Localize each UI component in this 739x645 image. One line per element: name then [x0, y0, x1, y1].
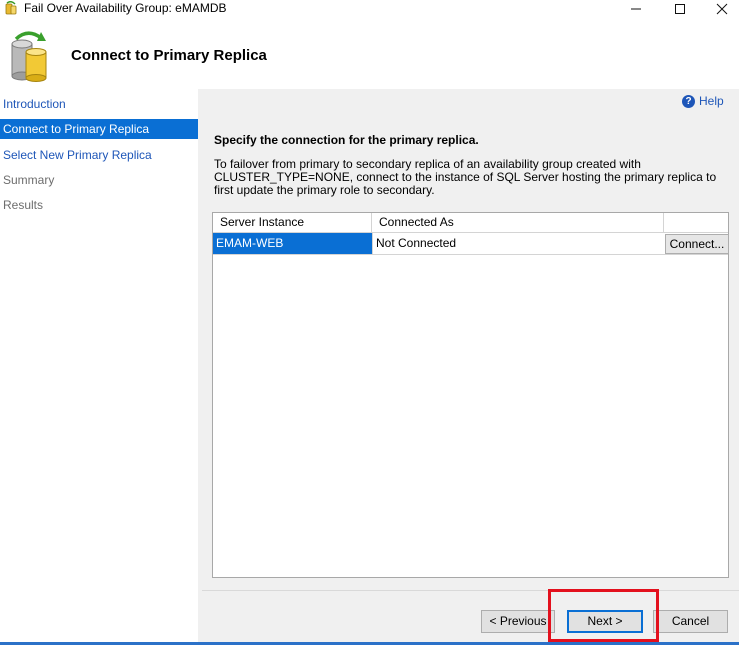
column-header-action: [664, 213, 728, 233]
maximize-button[interactable]: [658, 0, 702, 18]
nav-item-results: Results: [3, 198, 44, 212]
grid-header: Server Instance Connected As: [213, 213, 728, 233]
maximize-icon: [675, 4, 685, 14]
nav-item-summary: Summary: [3, 173, 55, 187]
help-icon: ?: [682, 94, 695, 108]
nav-item-introduction[interactable]: Introduction: [0, 94, 198, 114]
server-instance-cell[interactable]: EMAM-WEB: [213, 233, 372, 254]
connected-as-cell[interactable]: Not Connected: [372, 233, 664, 254]
window-title: Fail Over Availability Group: eMAMDB: [24, 1, 227, 15]
action-cell: Connect...: [664, 233, 729, 254]
column-header-connected-as[interactable]: Connected As: [372, 213, 664, 233]
table-row[interactable]: EMAM-WEB Not Connected Connect...: [213, 233, 729, 255]
highlight-box: [548, 589, 659, 642]
nav-item-connect-to-primary-replica[interactable]: Connect to Primary Replica: [0, 119, 198, 139]
wizard-content: ? Help Specify the connection for the pr…: [202, 89, 739, 642]
description-text: To failover from primary to secondary re…: [214, 157, 717, 197]
cancel-button[interactable]: Cancel: [653, 610, 728, 633]
section-heading: Specify the connection for the primary r…: [214, 133, 479, 147]
close-button[interactable]: [700, 0, 739, 18]
nav-item-select-new-primary-replica[interactable]: Select New Primary Replica: [0, 145, 198, 165]
connect-button[interactable]: Connect...: [665, 234, 729, 254]
previous-button[interactable]: < Previous: [481, 610, 555, 633]
app-icon: [5, 1, 17, 15]
help-link[interactable]: ? Help: [682, 94, 724, 108]
column-header-server-instance[interactable]: Server Instance: [213, 213, 372, 233]
minimize-icon: [631, 8, 641, 10]
minimize-button[interactable]: [614, 0, 658, 18]
title-bar: Fail Over Availability Group: eMAMDB: [0, 0, 739, 18]
replica-grid[interactable]: Server Instance Connected As EMAM-WEB No…: [212, 212, 729, 578]
page-title: Connect to Primary Replica: [71, 47, 267, 64]
wizard-nav: Introduction Connect to Primary Replica …: [0, 89, 198, 642]
wizard-header: Connect to Primary Replica: [0, 18, 739, 89]
close-icon: [716, 3, 728, 15]
database-wizard-icon: [11, 31, 47, 82]
help-label: Help: [699, 94, 724, 108]
